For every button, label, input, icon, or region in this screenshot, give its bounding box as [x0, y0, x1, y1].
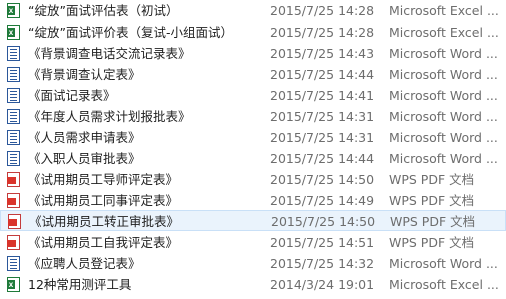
file-name: 《应聘人员登记表》 — [28, 256, 141, 271]
file-type: Microsoft Excel ... — [389, 3, 499, 18]
file-type: WPS PDF 文档 — [390, 214, 476, 229]
file-type: Microsoft Word ... — [389, 67, 498, 82]
file-date: 2015/7/25 14:49 — [270, 193, 375, 208]
file-row[interactable]: 12种常用测评工具 2014/3/24 19:01 Microsoft Exce… — [0, 274, 506, 295]
file-name: “绽放”面试评价表（复试-小组面试） — [28, 25, 233, 40]
file-date: 2015/7/25 14:32 — [270, 256, 375, 271]
file-date: 2015/7/25 14:50 — [271, 214, 376, 229]
pdf-file-icon — [7, 172, 20, 187]
file-name: 《试用期员工转正审批表》 — [29, 214, 180, 229]
file-type: Microsoft Word ... — [389, 88, 498, 103]
file-row[interactable]: 《背景调查电话交流记录表》 2015/7/25 14:43 Microsoft … — [0, 43, 506, 64]
file-row[interactable]: 《应聘人员登记表》 2015/7/25 14:32 Microsoft Word… — [0, 253, 506, 274]
file-date: 2015/7/25 14:50 — [270, 172, 375, 187]
word-file-icon — [7, 130, 20, 145]
file-type: Microsoft Excel ... — [389, 25, 499, 40]
file-type: Microsoft Word ... — [389, 130, 498, 145]
file-type: Microsoft Word ... — [389, 46, 498, 61]
file-type: WPS PDF 文档 — [389, 172, 475, 187]
word-file-icon — [7, 67, 20, 82]
file-row[interactable]: 《人员需求申请表》 2015/7/25 14:31 Microsoft Word… — [0, 127, 506, 148]
word-file-icon — [7, 109, 20, 124]
file-name: 《背景调查电话交流记录表》 — [28, 46, 191, 61]
file-type: Microsoft Word ... — [389, 151, 498, 166]
file-name: 《试用期员工同事评定表》 — [28, 193, 179, 208]
excel-file-icon — [7, 3, 20, 18]
file-type: Microsoft Excel ... — [389, 277, 499, 292]
file-type: Microsoft Word ... — [389, 256, 498, 271]
file-name: 《背景调查认定表》 — [28, 67, 141, 82]
word-file-icon — [7, 88, 20, 103]
file-row-selected[interactable]: 《试用期员工转正审批表》 2015/7/25 14:50 WPS PDF 文档 — [0, 210, 506, 231]
file-date: 2015/7/25 14:51 — [270, 235, 375, 250]
file-row[interactable]: 《年度人员需求计划报批表》 2015/7/25 14:31 Microsoft … — [0, 106, 506, 127]
file-type: WPS PDF 文档 — [389, 235, 475, 250]
file-date: 2015/7/25 14:31 — [270, 109, 375, 124]
file-name: 12种常用测评工具 — [28, 277, 132, 292]
file-row[interactable]: “绽放”面试评价表（复试-小组面试） 2015/7/25 14:28 Micro… — [0, 22, 506, 43]
file-date: 2015/7/25 14:28 — [270, 25, 375, 40]
file-date: 2015/7/25 14:44 — [270, 67, 375, 82]
file-row[interactable]: 《试用期员工同事评定表》 2015/7/25 14:49 WPS PDF 文档 — [0, 190, 506, 211]
file-row[interactable]: 《试用期员工自我评定表》 2015/7/25 14:51 WPS PDF 文档 — [0, 232, 506, 253]
file-type: Microsoft Word ... — [389, 109, 498, 124]
pdf-file-icon — [8, 214, 21, 229]
file-name: 《试用期员工自我评定表》 — [28, 235, 179, 250]
file-date: 2015/7/25 14:28 — [270, 3, 375, 18]
file-date: 2015/7/25 14:44 — [270, 151, 375, 166]
word-file-icon — [7, 256, 20, 271]
file-type: WPS PDF 文档 — [389, 193, 475, 208]
word-file-icon — [7, 46, 20, 61]
word-file-icon — [7, 151, 20, 166]
excel-file-icon — [7, 277, 20, 292]
file-name: “绽放”面试评估表（初试） — [28, 3, 179, 18]
file-list: “绽放”面试评估表（初试） 2015/7/25 14:28 Microsoft … — [0, 0, 506, 299]
file-name: 《试用期员工导师评定表》 — [28, 172, 179, 187]
file-date: 2015/7/25 14:31 — [270, 130, 375, 145]
excel-file-icon — [7, 25, 20, 40]
file-row[interactable]: “绽放”面试评估表（初试） 2015/7/25 14:28 Microsoft … — [0, 0, 506, 21]
file-row[interactable]: 《试用期员工导师评定表》 2015/7/25 14:50 WPS PDF 文档 — [0, 169, 506, 190]
file-date: 2015/7/25 14:41 — [270, 88, 375, 103]
file-date: 2015/7/25 14:43 — [270, 46, 375, 61]
file-name: 《入职人员审批表》 — [28, 151, 141, 166]
file-name: 《面试记录表》 — [28, 88, 116, 103]
file-row[interactable]: 《面试记录表》 2015/7/25 14:41 Microsoft Word .… — [0, 85, 506, 106]
pdf-file-icon — [7, 193, 20, 208]
file-name: 《人员需求申请表》 — [28, 130, 141, 145]
file-date: 2014/3/24 19:01 — [270, 277, 375, 292]
file-name: 《年度人员需求计划报批表》 — [28, 109, 191, 124]
file-row[interactable]: 《入职人员审批表》 2015/7/25 14:44 Microsoft Word… — [0, 148, 506, 169]
file-row[interactable]: 《背景调查认定表》 2015/7/25 14:44 Microsoft Word… — [0, 64, 506, 85]
pdf-file-icon — [7, 235, 20, 250]
